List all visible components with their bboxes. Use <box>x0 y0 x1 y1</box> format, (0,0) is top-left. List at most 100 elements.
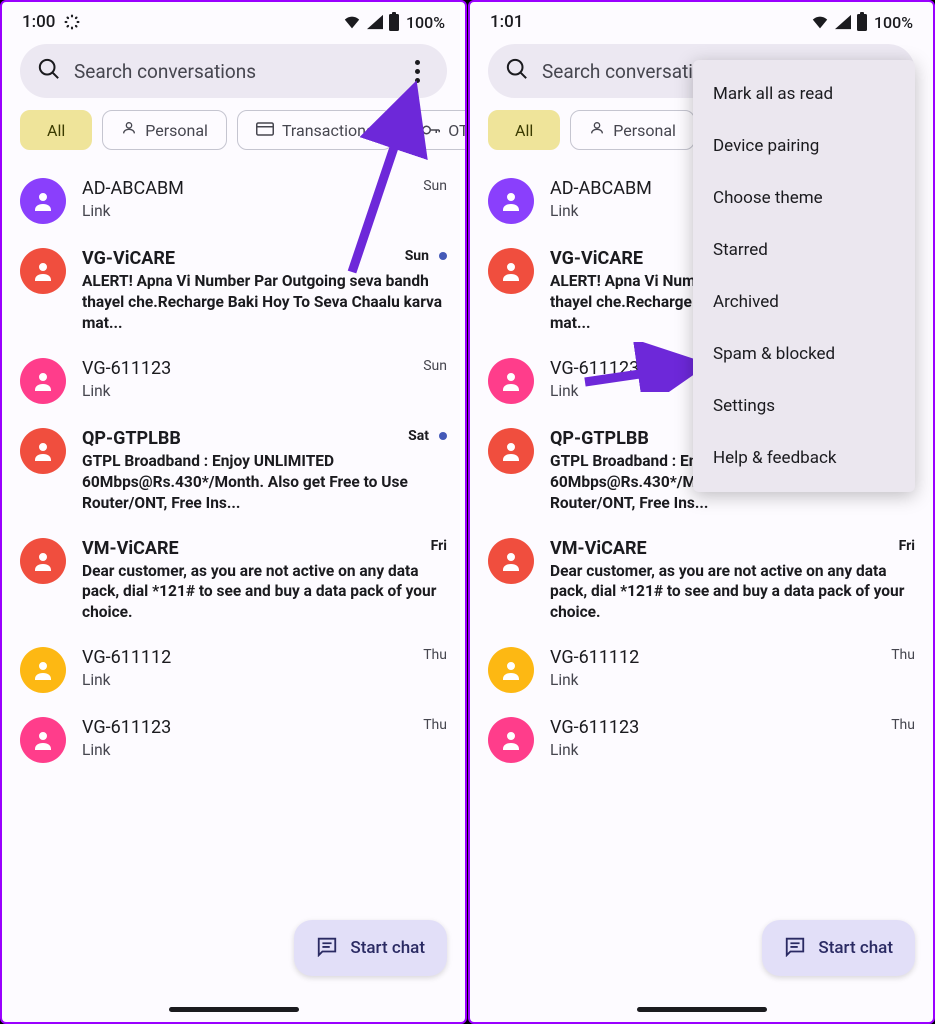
conversation-time: Thu <box>891 647 915 663</box>
status-time: 1:00 <box>22 12 55 32</box>
conversation-title: QP-GTPLBB <box>82 428 408 449</box>
conversation-title: VG-611123 <box>82 358 423 379</box>
menu-item-starred[interactable]: Starred <box>693 224 915 276</box>
avatar <box>20 428 66 474</box>
conversation-row[interactable]: VG-611112ThuLink <box>488 635 929 705</box>
avatar <box>488 428 534 474</box>
conversation-row[interactable]: VG-611123Thu Link <box>20 705 461 775</box>
avatar <box>488 178 534 224</box>
start-chat-fab[interactable]: Start chat <box>294 920 447 976</box>
search-bar[interactable]: Search conversations <box>20 44 447 98</box>
home-indicator[interactable] <box>637 1007 767 1012</box>
conversation-row[interactable]: QP-GTPLBBSat GTPL Broadband : Enjoy UNLIM… <box>20 416 461 526</box>
conversation-row[interactable]: VM-ViCAREFri Dear customer, as you are no… <box>488 526 929 636</box>
conversation-preview: Link <box>82 740 447 761</box>
conversation-title: VG-611123 <box>82 717 423 738</box>
avatar <box>488 717 534 763</box>
conversation-time: Sat <box>408 428 429 444</box>
conversation-row[interactable]: VG-611123Sun Link <box>20 346 461 416</box>
filter-chips: All Personal Transactions OTPs <box>2 110 465 160</box>
chip-otps[interactable]: OTPs <box>403 110 465 150</box>
conversation-title: AD-ABCABM <box>82 178 423 199</box>
avatar <box>20 358 66 404</box>
conversation-time: Thu <box>423 647 447 663</box>
conversation-title: VG-ViCARE <box>82 248 405 269</box>
conversation-list: AD-ABCABMSunLinkVG-ViCARESunALERT! Apna … <box>2 160 465 775</box>
battery-icon <box>856 12 868 32</box>
conversation-preview: Dear customer, as you are not active on … <box>82 561 447 624</box>
conversation-title: VG-611123 <box>550 717 891 738</box>
menu-item-device-pairing[interactable]: Device pairing <box>693 120 915 172</box>
fab-label: Start chat <box>350 938 425 958</box>
conversation-preview: Dear customer, as you are not active on … <box>550 561 915 624</box>
conversation-title: VG-611112 <box>550 647 891 668</box>
unread-indicator <box>439 252 447 260</box>
search-placeholder: Search conversations <box>74 60 401 83</box>
conversation-time: Sun <box>423 178 447 194</box>
person-icon <box>121 120 137 140</box>
conversation-row[interactable]: VM-ViCAREFri Dear customer, as you are no… <box>20 526 461 636</box>
chat-icon <box>784 935 806 962</box>
search-icon <box>38 58 60 84</box>
home-indicator[interactable] <box>169 1007 299 1012</box>
person-icon <box>589 120 605 140</box>
chip-personal[interactable]: Personal <box>102 110 227 150</box>
avatar <box>20 538 66 584</box>
overflow-menu: Mark all as readDevice pairingChoose the… <box>693 60 915 492</box>
wifi-icon <box>810 14 830 30</box>
conversation-row[interactable]: VG-611123ThuLink <box>488 705 929 775</box>
menu-item-archived[interactable]: Archived <box>693 276 915 328</box>
status-bar: 1:00 100% <box>2 2 465 38</box>
conversation-preview: Link <box>82 201 447 222</box>
conversation-title: VG-611112 <box>82 647 423 668</box>
chip-transactions[interactable]: Transactions <box>237 110 393 150</box>
key-icon <box>422 121 440 140</box>
card-icon <box>256 121 274 140</box>
more-vert-icon <box>415 60 420 83</box>
conversation-time: Fri <box>899 538 915 554</box>
menu-item-help-feedback[interactable]: Help & feedback <box>693 432 915 484</box>
search-icon <box>506 58 528 84</box>
avatar <box>20 178 66 224</box>
menu-item-choose-theme[interactable]: Choose theme <box>693 172 915 224</box>
menu-item-settings[interactable]: Settings <box>693 380 915 432</box>
pinwheel-icon <box>63 13 81 31</box>
conversation-preview: Link <box>82 381 447 402</box>
conversation-preview: ALERT! Apna Vi Number Par Outgoing seva … <box>82 271 447 334</box>
avatar <box>488 647 534 693</box>
avatar <box>20 647 66 693</box>
wifi-icon <box>342 14 362 30</box>
battery-percent: 100% <box>406 13 445 32</box>
chat-icon <box>316 935 338 962</box>
avatar <box>20 248 66 294</box>
conversation-title: VM-ViCARE <box>550 538 899 559</box>
conversation-preview: Link <box>82 670 447 691</box>
chip-all[interactable]: All <box>20 110 92 150</box>
status-bar: 1:01 100% <box>470 2 933 38</box>
phone-right: 1:01 100% Search conversati All Personal… <box>468 0 935 1024</box>
status-time: 1:01 <box>490 12 523 32</box>
more-button[interactable] <box>401 55 433 87</box>
conversation-time: Thu <box>423 717 447 733</box>
conversation-time: Sun <box>423 358 447 374</box>
chip-personal[interactable]: Personal <box>570 110 695 150</box>
conversation-preview: Link <box>550 740 915 761</box>
battery-icon <box>388 12 400 32</box>
conversation-time: Fri <box>431 538 447 554</box>
cellular-icon <box>366 14 384 30</box>
chip-all[interactable]: All <box>488 110 560 150</box>
conversation-preview: GTPL Broadband : Enjoy UNLIMITED 60Mbps@… <box>82 451 447 514</box>
start-chat-fab[interactable]: Start chat <box>762 920 915 976</box>
menu-item-spam-blocked[interactable]: Spam & blocked <box>693 328 915 380</box>
avatar <box>488 538 534 584</box>
fab-label: Start chat <box>818 938 893 958</box>
conversation-row[interactable]: VG-611112Thu Link <box>20 635 461 705</box>
unread-indicator <box>439 432 447 440</box>
conversation-time: Sun <box>405 248 429 264</box>
conversation-title: VM-ViCARE <box>82 538 431 559</box>
conversation-row[interactable]: VG-ViCARESun ALERT! Apna Vi Number Par Ou… <box>20 236 461 346</box>
avatar <box>20 717 66 763</box>
battery-percent: 100% <box>874 13 913 32</box>
conversation-row[interactable]: AD-ABCABMSun Link <box>20 166 461 236</box>
menu-item-mark-all-as-read[interactable]: Mark all as read <box>693 68 915 120</box>
